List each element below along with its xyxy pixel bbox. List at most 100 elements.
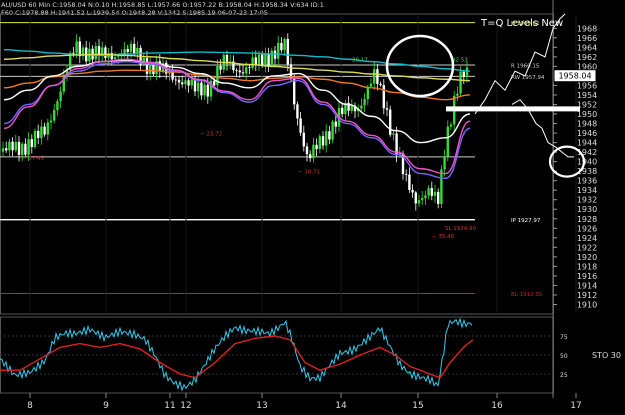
candle-body <box>113 57 117 60</box>
candle-body <box>350 105 353 111</box>
candle-body <box>251 57 254 68</box>
candle-body <box>462 71 465 78</box>
x-tick-label: 14 <box>335 401 347 411</box>
candle-body <box>200 82 203 96</box>
candle-body <box>1 148 5 152</box>
price-tick-label: 1930 <box>577 205 597 214</box>
candle-body <box>443 156 446 170</box>
candle-body <box>392 133 395 135</box>
price-tick-label: 1968 <box>577 24 597 33</box>
candle-body <box>446 126 449 157</box>
price-tick-label: 1946 <box>577 129 597 138</box>
candle-body <box>459 71 462 94</box>
candle-body <box>318 136 321 150</box>
price-tick-label: 1912 <box>577 291 597 300</box>
candle-body <box>11 141 14 151</box>
candle-body <box>219 65 222 70</box>
candle-body <box>440 169 443 204</box>
price-tick-label: 1920 <box>577 253 597 262</box>
candle-body <box>286 39 289 65</box>
candle-body <box>363 99 366 106</box>
candle-body <box>30 139 33 148</box>
stochastic-label: STO 30 <box>592 351 621 360</box>
value-annotation: 32.53 <box>452 58 468 64</box>
value-annotation: SL 1924.90 <box>445 226 477 232</box>
candle-body <box>235 70 238 71</box>
price-tick-label: 1914 <box>577 281 597 290</box>
x-tick-label: 16 <box>491 401 503 411</box>
candle-body <box>248 67 251 69</box>
candle-body <box>17 141 21 155</box>
candle-body <box>379 83 382 86</box>
value-annotation: − 23.72 <box>200 131 222 137</box>
candle-body <box>184 80 187 85</box>
price-tick-label: 1934 <box>577 186 597 195</box>
candle-body <box>437 191 440 204</box>
candle-body <box>149 63 152 74</box>
candle-body <box>456 93 459 96</box>
candle-body <box>421 198 424 201</box>
candle-body <box>254 57 257 65</box>
price-tick-label: 1910 <box>577 300 597 309</box>
candle-body <box>305 146 309 155</box>
level-label: R 1960.15 <box>511 63 540 69</box>
candle-body <box>433 191 437 196</box>
candle-body <box>382 85 385 109</box>
candle-body <box>296 104 299 119</box>
candle-body <box>376 69 379 84</box>
candle-body <box>94 46 97 60</box>
stochastic-slow-line <box>0 335 474 379</box>
candle-body <box>238 70 241 73</box>
candle-body <box>408 174 411 190</box>
candle-body <box>152 63 155 75</box>
candle-body <box>37 130 40 139</box>
candle-body <box>197 82 200 92</box>
candle-body <box>104 47 107 58</box>
candle-body <box>72 52 75 54</box>
candle-body <box>206 84 209 97</box>
candle-body <box>126 49 129 52</box>
candle-body <box>302 132 305 147</box>
price-tag-label: 1958.04 <box>558 72 591 81</box>
candle-body <box>33 130 37 148</box>
white-marker-bar <box>446 106 580 112</box>
x-tick-label: 17 <box>570 401 581 411</box>
price-tick-label: 1922 <box>577 243 597 252</box>
candle-body <box>385 108 389 110</box>
candle-body <box>280 42 283 51</box>
candle-body <box>190 79 193 86</box>
stochastic-fast-line <box>0 317 473 392</box>
candle-body <box>203 84 206 96</box>
candle-body <box>321 136 325 146</box>
candle-body <box>261 54 264 67</box>
candle-body <box>414 192 417 204</box>
candle-body <box>49 120 53 123</box>
price-tick-label: 1918 <box>577 262 597 271</box>
candle-body <box>43 126 46 135</box>
price-tick-label: 1944 <box>577 139 597 148</box>
candle-body <box>14 141 17 151</box>
value-annotation: − 30.71 <box>298 170 320 176</box>
candle-body <box>465 67 469 78</box>
price-tick-label: 1936 <box>577 177 597 186</box>
candle-body <box>369 83 373 87</box>
candle-body <box>334 121 337 127</box>
candle-body <box>145 58 149 74</box>
candle-body <box>277 42 280 59</box>
stochastic-tick-label: 50 <box>560 353 568 360</box>
candle-body <box>75 41 78 54</box>
candle-body <box>449 124 453 127</box>
candle-body <box>257 54 261 65</box>
price-tick-label: 1940 <box>577 158 597 167</box>
candle-body <box>181 82 184 85</box>
candle-body <box>213 80 216 86</box>
level-label: IP 1927.97 <box>511 218 541 224</box>
candle-body <box>24 143 27 155</box>
candle-body <box>360 105 363 109</box>
candle-body <box>299 118 302 133</box>
candle-body <box>424 195 427 199</box>
value-annotation: − 27.45 <box>22 156 45 162</box>
annotation-title: T=Q Levels New <box>480 18 563 29</box>
candle-body <box>389 109 392 135</box>
candle-body <box>267 54 270 66</box>
